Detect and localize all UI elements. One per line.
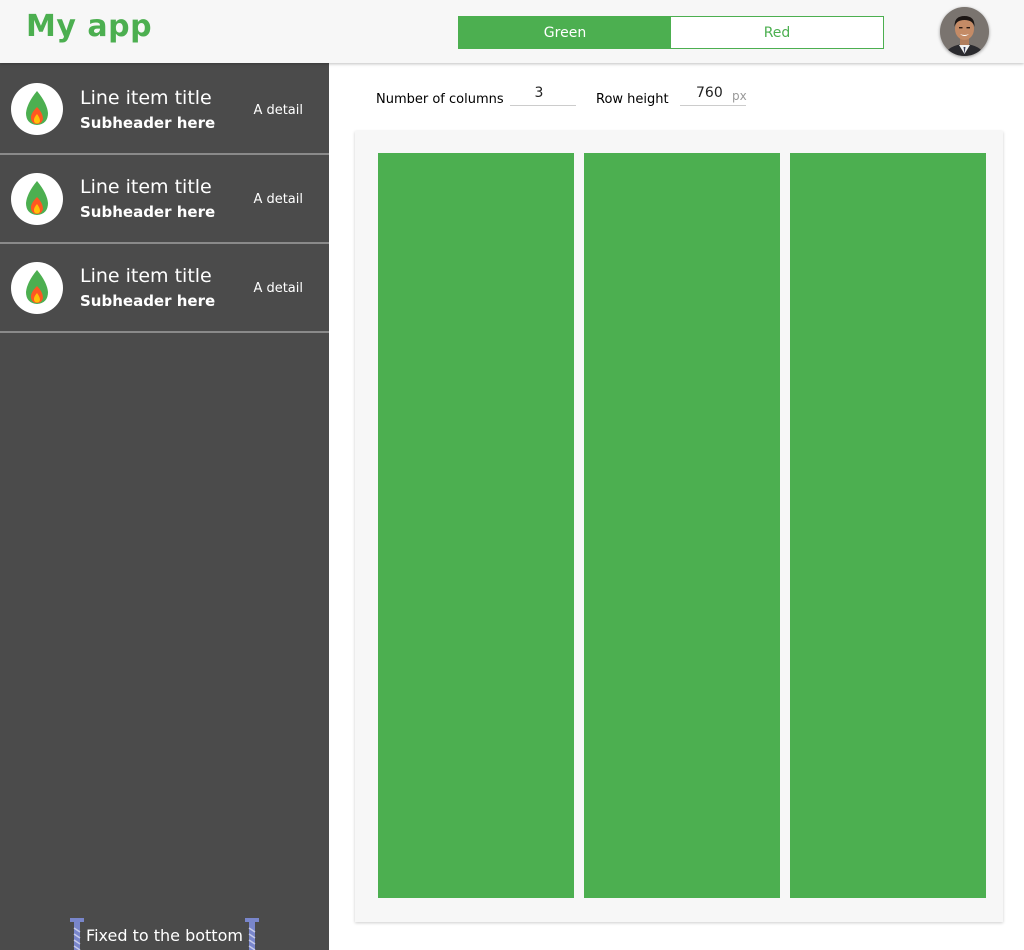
color-toggle-group: Green Red	[458, 16, 884, 49]
item-subheader: Subheader here	[80, 114, 216, 132]
toggle-green-button[interactable]: Green	[459, 17, 671, 48]
list-item[interactable]: Line item title Subheader here A detail	[0, 155, 329, 244]
fire-icon	[11, 262, 63, 314]
list-item[interactable]: Line item title Subheader here A detail	[0, 63, 329, 155]
footer-text: Fixed to the bottom	[86, 926, 243, 945]
avatar-photo	[940, 7, 989, 56]
row-height-label: Row height	[596, 92, 669, 107]
app-header: My app Green Red	[0, 0, 1024, 63]
pin-icon	[244, 918, 259, 950]
grid-column	[584, 153, 780, 898]
item-title: Line item title	[80, 265, 212, 287]
grid-column	[790, 153, 986, 898]
item-title: Line item title	[80, 176, 212, 198]
item-detail: A detail	[253, 192, 303, 207]
item-title: Line item title	[80, 87, 212, 109]
fire-icon	[11, 173, 63, 225]
item-subheader: Subheader here	[80, 203, 216, 221]
grid-column	[378, 153, 574, 898]
sidebar: Line item title Subheader here A detail …	[0, 63, 329, 950]
list-item[interactable]: Line item title Subheader here A detail	[0, 244, 329, 333]
item-detail: A detail	[253, 103, 303, 118]
columns-input[interactable]	[510, 80, 576, 106]
fire-icon	[11, 83, 63, 135]
app-title: My app	[26, 9, 153, 44]
pin-icon	[70, 918, 85, 950]
columns-label: Number of columns	[376, 92, 504, 107]
grid-card	[355, 131, 1003, 922]
item-subheader: Subheader here	[80, 292, 216, 310]
item-detail: A detail	[253, 281, 303, 296]
row-height-unit: px	[732, 89, 747, 103]
sidebar-footer: Fixed to the bottom	[0, 916, 329, 950]
avatar[interactable]	[940, 7, 989, 56]
toggle-red-button[interactable]: Red	[671, 17, 883, 48]
